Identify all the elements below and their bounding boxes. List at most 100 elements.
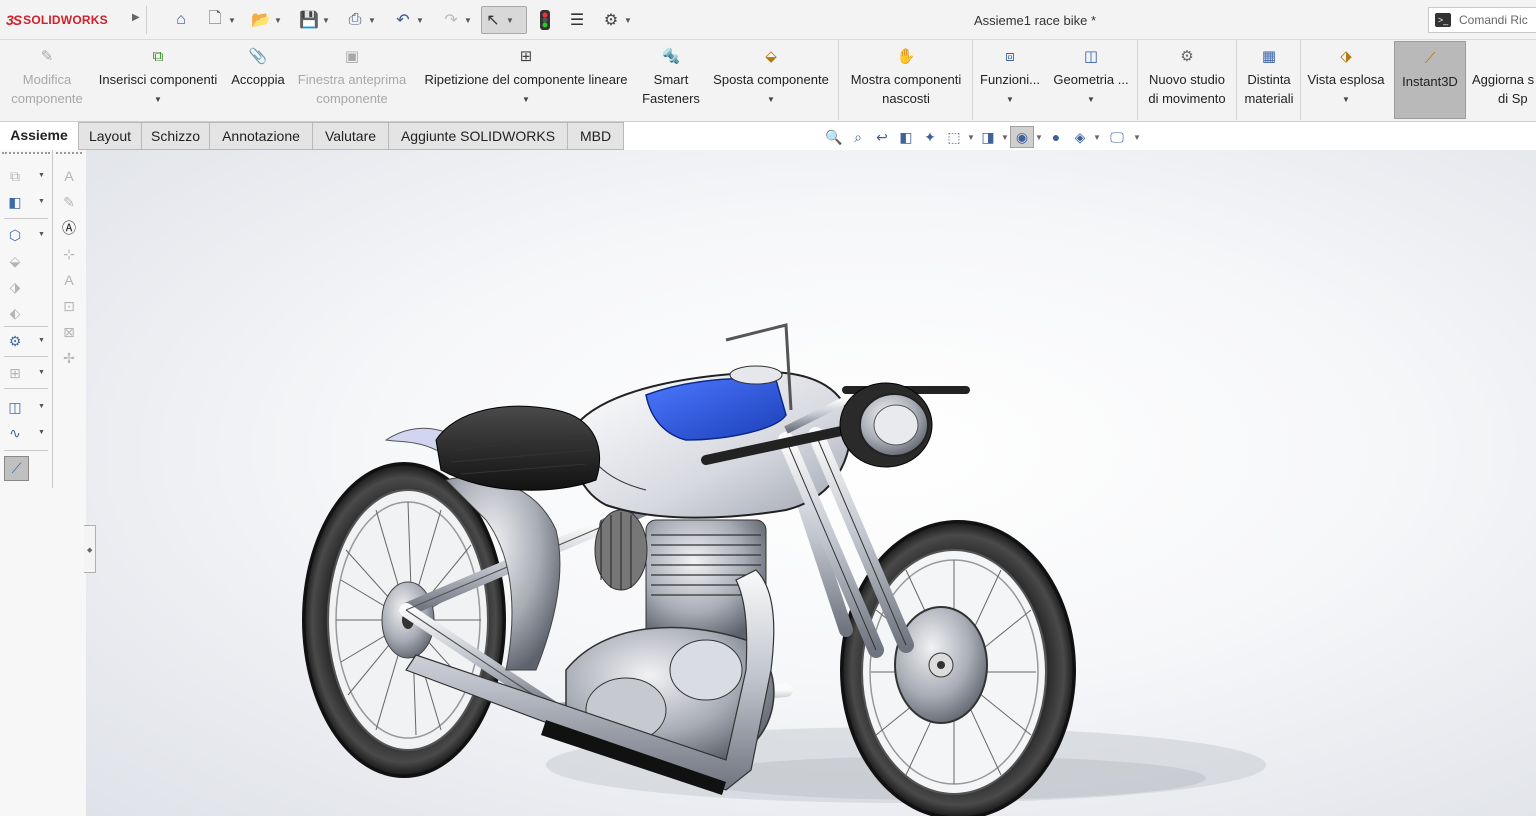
pattern-icon[interactable]: ⊞ [4,362,26,384]
headlight[interactable] [839,382,933,468]
chevron-down-icon[interactable]: ▼ [966,133,976,142]
view-settings-icon[interactable]: 🖵 [1102,126,1132,148]
chevron-down-icon[interactable]: ▼ [38,403,45,410]
reference-geometry-button[interactable]: ◫ Geometria ... ▼ [1046,40,1136,120]
chevron-down-icon[interactable]: ▼ [416,16,424,25]
copy-component-icon[interactable]: ⬗ [4,276,26,298]
surface-finish-icon[interactable]: ⊹ [58,243,80,265]
command-search-input[interactable]: >_ Comandi Ric [1428,7,1536,33]
chevron-down-icon[interactable]: ▼ [1342,95,1350,104]
update-speedpak-button[interactable]: Aggiorna s di Sp [1468,40,1536,120]
zoom-to-fit-icon[interactable]: 🔍 [822,126,846,148]
graphics-viewport[interactable] [86,150,1536,816]
chevron-down-icon[interactable]: ▼ [1087,95,1095,104]
chevron-down-icon[interactable]: ▼ [1034,133,1044,142]
toolbar-grip[interactable] [56,152,82,156]
component-preview-window-button[interactable]: ▣ Finestra anteprima componente [290,40,414,120]
rebuild-button[interactable] [534,8,556,32]
tab-layout[interactable]: Layout [78,122,142,150]
view-orientation-icon[interactable]: ⬚ [942,126,966,148]
instant3d-toggle-icon[interactable]: ⟋ [4,456,29,481]
balloon-icon[interactable]: ✎ [58,191,80,213]
home-button[interactable]: ⌂ [170,8,192,32]
save-button[interactable]: 💾 ▼ [298,8,330,32]
chevron-down-icon[interactable]: ▼ [38,429,45,436]
previous-view-icon[interactable]: ↩ [870,126,894,148]
bill-of-materials-button[interactable]: ▦ Distinta materiali [1238,40,1300,120]
reference-plane-icon[interactable]: ◫ [4,396,26,418]
new-document-button[interactable]: 🗋 ▼ [204,8,236,32]
mate-button[interactable]: 📎 Accoppia [226,40,290,120]
chevron-down-icon[interactable]: ▼ [38,172,45,179]
chevron-down-icon[interactable]: ▼ [1000,133,1010,142]
select-button[interactable]: ↖ ▼ [481,6,527,34]
tab-annotazione[interactable]: Annotazione [210,122,313,150]
geometric-tolerance-icon[interactable]: ⊠ [58,321,80,343]
tab-mbd[interactable]: MBD [568,122,624,150]
tab-schizzo[interactable]: Schizzo [142,122,210,150]
motorcycle-model[interactable] [86,150,1536,816]
feature-manager-panel-handle[interactable]: ◆ [84,525,96,573]
datum-feature-icon[interactable]: ⊡ [58,295,80,317]
curve-icon[interactable]: ∿ [4,422,26,444]
chevron-down-icon[interactable]: ▼ [1006,95,1014,104]
undo-button[interactable]: ↶ ▼ [392,8,424,32]
edit-appearance-icon[interactable]: ● [1044,126,1068,148]
zoom-to-area-icon[interactable]: ⌕ [846,126,870,148]
section-view-icon[interactable]: ◧ [894,126,918,148]
new-motion-study-button[interactable]: ⚙ Nuovo studio di movimento [1139,40,1235,120]
display-style-icon[interactable]: ◨ [976,126,1000,148]
assembly-icon[interactable]: ⬙ [4,250,26,272]
chevron-down-icon[interactable]: ▼ [1092,133,1102,142]
assembly-features-button[interactable]: ⧈ Funzioni... ▼ [974,40,1046,120]
chevron-down-icon[interactable]: ▼ [228,16,236,25]
print-button[interactable]: ⎙ ▼ [344,8,376,32]
chevron-down-icon[interactable]: ▼ [624,16,632,25]
apply-scene-icon[interactable]: ◈ [1068,126,1092,148]
chevron-down-icon[interactable]: ▼ [38,198,45,205]
tab-valutare[interactable]: Valutare [313,122,389,150]
redo-button[interactable]: ↷ ▼ [440,8,472,32]
hole-series-icon[interactable]: ⬖ [4,302,26,324]
show-hidden-components-button[interactable]: ✋ Mostra componenti nascosti [840,40,972,120]
component-icon[interactable]: ⧉ [4,165,26,187]
options-button[interactable]: ⚙ ▼ [600,8,632,32]
chevron-down-icon[interactable]: ▼ [322,16,330,25]
solidworks-logo[interactable]: 3S SOLIDWORKS [6,10,108,30]
chevron-down-icon[interactable]: ▼ [506,16,514,25]
toolbar-divider [4,218,48,219]
open-button[interactable]: 📂 ▼ [250,8,282,32]
chevron-down-icon[interactable]: ▼ [154,95,162,104]
tab-assieme[interactable]: Assieme [0,122,78,150]
hide-show-items-icon[interactable]: ◉ [1010,126,1034,148]
chevron-down-icon[interactable]: ▼ [38,369,45,376]
chevron-down-icon[interactable]: ▼ [368,16,376,25]
note-icon[interactable]: A [58,165,80,187]
edit-component-button[interactable]: ✎ Modifica componente [4,40,90,120]
auto-balloon-icon[interactable]: Ⓐ [58,217,80,239]
insert-components-button[interactable]: ⧉ Inserisci componenti ▼ [92,40,224,120]
mate-reference-icon[interactable]: ◧ [4,191,26,213]
weld-symbol-icon[interactable]: A [58,269,80,291]
toolbar-grip[interactable] [2,152,50,156]
part-icon[interactable]: ⬡ [4,224,26,246]
instant3d-button[interactable]: ⟋ Instant3D [1394,41,1466,119]
menu-expand-arrow-icon[interactable]: ▶ [132,12,140,23]
smart-fasteners-button[interactable]: 🔩 Smart Fasteners [638,40,704,120]
chevron-down-icon[interactable]: ▼ [274,16,282,25]
exploded-view-button[interactable]: ⬗ Vista esplosa ▼ [1302,40,1390,120]
chevron-down-icon[interactable]: ▼ [38,231,45,238]
revision-cloud-icon[interactable]: ✢ [58,347,80,369]
configure-component-icon[interactable]: ⚙ [4,330,26,352]
tab-aggiunte-solidworks[interactable]: Aggiunte SOLIDWORKS [389,122,568,150]
chevron-down-icon[interactable]: ▼ [767,95,775,104]
chevron-down-icon[interactable]: ▼ [522,95,530,104]
seat[interactable] [435,405,601,491]
chevron-down-icon[interactable]: ▼ [1132,133,1142,142]
dynamic-annotation-views-icon[interactable]: ✦ [918,126,942,148]
chevron-down-icon[interactable]: ▼ [38,337,45,344]
chevron-down-icon[interactable]: ▼ [464,16,472,25]
file-properties-button[interactable]: ☰ [566,8,588,32]
linear-component-pattern-button[interactable]: ⊞ Ripetizione del componente lineare ▼ [414,40,638,120]
move-component-button[interactable]: ⬙ Sposta componente ▼ [704,40,838,120]
